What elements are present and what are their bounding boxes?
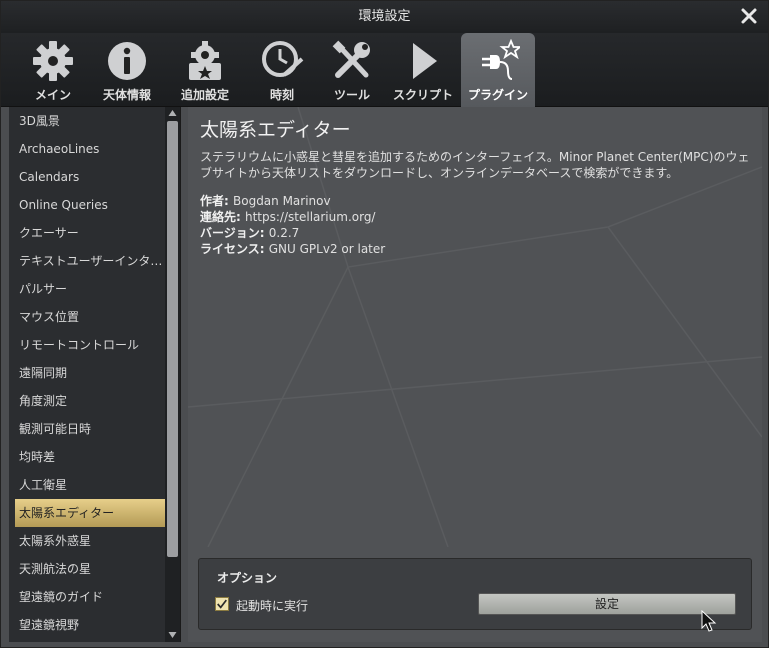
list-item[interactable]: リモートコントロール	[15, 331, 165, 359]
tab-main[interactable]: メイン	[15, 33, 91, 107]
scroll-up-icon[interactable]	[168, 109, 177, 118]
plugin-metadata: 作者: Bogdan Marinov 連絡先: https://stellari…	[200, 194, 386, 256]
options-label: オプション	[217, 571, 278, 585]
list-item[interactable]: ArchaeoLines	[15, 135, 165, 163]
play-icon	[413, 43, 437, 79]
author-value: Bogdan Marinov	[233, 194, 331, 208]
list-item[interactable]: 遠隔同期	[15, 359, 165, 387]
tab-label: メイン	[34, 88, 71, 102]
tools-icon	[332, 40, 370, 78]
tab-label: スクリプト	[392, 88, 453, 102]
tab-label: 追加設定	[180, 88, 229, 102]
configure-button[interactable]: 設定	[478, 593, 736, 615]
list-item[interactable]: パルサー	[15, 275, 165, 303]
tab-label: 時刻	[269, 88, 294, 102]
preferences-window: 環境設定 メイン 天体情報 追加設定 時刻 ツール スクリプト プラグイン 3D…	[0, 0, 769, 648]
tab-label: プラグイン	[467, 88, 528, 102]
tab-bar: メイン 天体情報 追加設定 時刻 ツール スクリプト プラグイン	[1, 33, 768, 107]
license-label: ライセンス	[200, 242, 260, 256]
list-item[interactable]: マウス位置	[15, 303, 165, 331]
load-at-startup-label[interactable]: 起動時に実行	[236, 597, 308, 614]
list-item[interactable]: Calendars	[15, 163, 165, 191]
version-label: バージョン	[200, 226, 260, 240]
list-item[interactable]: 天測航法の星	[15, 555, 165, 583]
plugin-list-panel: 3D風景 ArchaeoLines Calendars Online Queri…	[9, 107, 181, 642]
list-item[interactable]: 太陽系外惑星	[15, 527, 165, 555]
list-item[interactable]: 望遠鏡のガイド	[15, 583, 165, 611]
list-item-selected[interactable]: 太陽系エディター	[15, 499, 165, 527]
tab-info[interactable]: 天体情報	[91, 33, 163, 107]
list-item[interactable]: 3D風景	[15, 107, 165, 135]
plugin-title: 太陽系エディター	[200, 119, 351, 141]
extras-gear-icon	[189, 41, 221, 80]
list-item[interactable]: Online Queries	[15, 191, 165, 219]
plugin-list: 3D風景 ArchaeoLines Calendars Online Queri…	[15, 107, 165, 639]
version-value: 0.2.7	[268, 226, 300, 240]
list-item[interactable]: テキストユーザーインター…	[15, 247, 165, 275]
tab-plugins[interactable]: プラグイン	[461, 33, 535, 107]
list-item[interactable]: 人工衛星	[15, 471, 165, 499]
gear-icon	[33, 41, 73, 81]
clock-icon	[262, 41, 304, 77]
plugin-detail-panel: 太陽系エディター ステラリウムに小惑星と彗星を追加するためのインターフェイス。M…	[188, 107, 762, 642]
tab-label: 天体情報	[102, 88, 151, 102]
list-item[interactable]: 均時差	[15, 443, 165, 471]
plugin-icon	[482, 39, 520, 80]
title-bar[interactable]: 環境設定	[1, 1, 768, 33]
options-group: オプション 起動時に実行 設定	[198, 558, 752, 630]
contact-label: 連絡先	[200, 210, 237, 224]
window-title: 環境設定	[358, 9, 411, 24]
list-item[interactable]: 観測可能日時	[15, 415, 165, 443]
tab-time[interactable]: 時刻	[247, 33, 317, 107]
mouse-cursor-icon	[701, 610, 717, 632]
close-icon[interactable]	[740, 7, 758, 25]
tab-tools[interactable]: ツール	[317, 33, 387, 107]
license-value: GNU GPLv2 or later	[268, 242, 386, 256]
info-icon	[108, 42, 146, 80]
author-label: 作者	[200, 194, 225, 208]
tab-label: ツール	[333, 88, 370, 102]
list-item[interactable]: 望遠鏡視野	[15, 611, 165, 639]
tab-scripts[interactable]: スクリプト	[387, 33, 459, 107]
plugin-description: ステラリウムに小惑星と彗星を追加するためのインターフェイス。Minor Plan…	[200, 150, 750, 180]
load-at-startup-checkbox[interactable]	[215, 597, 229, 611]
tab-extras[interactable]: 追加設定	[169, 33, 241, 107]
scrollbar-thumb[interactable]	[167, 121, 178, 557]
plugin-list-scrollbar[interactable]	[165, 107, 180, 642]
contact-value[interactable]: https://stellarium.org/	[245, 210, 375, 224]
list-item[interactable]: 角度測定	[15, 387, 165, 415]
scroll-down-icon[interactable]	[168, 630, 177, 639]
list-item[interactable]: クエーサー	[15, 219, 165, 247]
